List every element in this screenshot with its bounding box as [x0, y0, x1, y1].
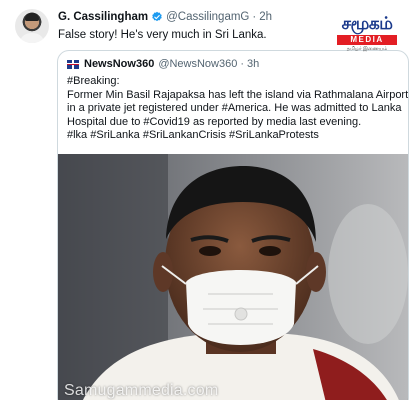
- quoted-separator-dot: ·: [240, 58, 245, 70]
- quoted-line: #Breaking:: [67, 75, 120, 87]
- tweet-header: G. Cassilingham @CassilingamG · 2h: [58, 11, 272, 23]
- avatar-shirt: [19, 33, 45, 43]
- author-name[interactable]: G. Cassilingham: [58, 11, 148, 23]
- photo-watermark: Samugammedia.com: [64, 382, 219, 399]
- quoted-line: in a private jet registered under #Ameri…: [67, 102, 402, 114]
- quoted-tweet-text: #Breaking: Former Min Basil Rajapaksa ha…: [67, 75, 409, 143]
- brand-tag: MEDIA: [337, 35, 397, 45]
- quoted-author-name[interactable]: NewsNow360: [84, 58, 154, 70]
- separator-dot: ·: [252, 11, 257, 23]
- brand-logo: சமூகம் MEDIA தமிழர் இணையம்: [336, 14, 398, 52]
- author-handle[interactable]: @CassilingamG: [166, 11, 249, 23]
- tweet-time[interactable]: 2h: [259, 11, 272, 23]
- quoted-tweet-time[interactable]: 3h: [247, 58, 259, 70]
- brand-subtitle: தமிழர் இணையம்: [346, 46, 388, 52]
- quoted-tweet-photo[interactable]: Samugammedia.com: [58, 154, 408, 400]
- tweet: G. Cassilingham @CassilingamG · 2h False…: [0, 0, 414, 400]
- quoted-author-handle[interactable]: @NewsNow360: [158, 58, 237, 70]
- tweet-text: False story! He's very much in Sri Lanka…: [58, 29, 267, 41]
- quoted-line: #lka #SriLanka #SriLankanCrisis #SriLank…: [67, 129, 319, 141]
- photo-illustration: [58, 154, 408, 400]
- verified-badge-icon: [152, 11, 162, 22]
- quoted-tweet[interactable]: NewsNow360 @NewsNow360 · 3h #Breaking: F…: [57, 50, 409, 400]
- avatar-hair: [25, 13, 39, 21]
- brand-name: சமூகம்: [341, 14, 393, 34]
- quoted-tweet-header: NewsNow360 @NewsNow360 · 3h: [67, 58, 259, 70]
- quoted-line: Former Min Basil Rajapaksa has left the …: [67, 88, 409, 101]
- uk-flag-icon: [67, 59, 79, 69]
- avatar[interactable]: [15, 9, 49, 43]
- quoted-line: Hospital due to #Covid19 as reported by …: [67, 115, 362, 128]
